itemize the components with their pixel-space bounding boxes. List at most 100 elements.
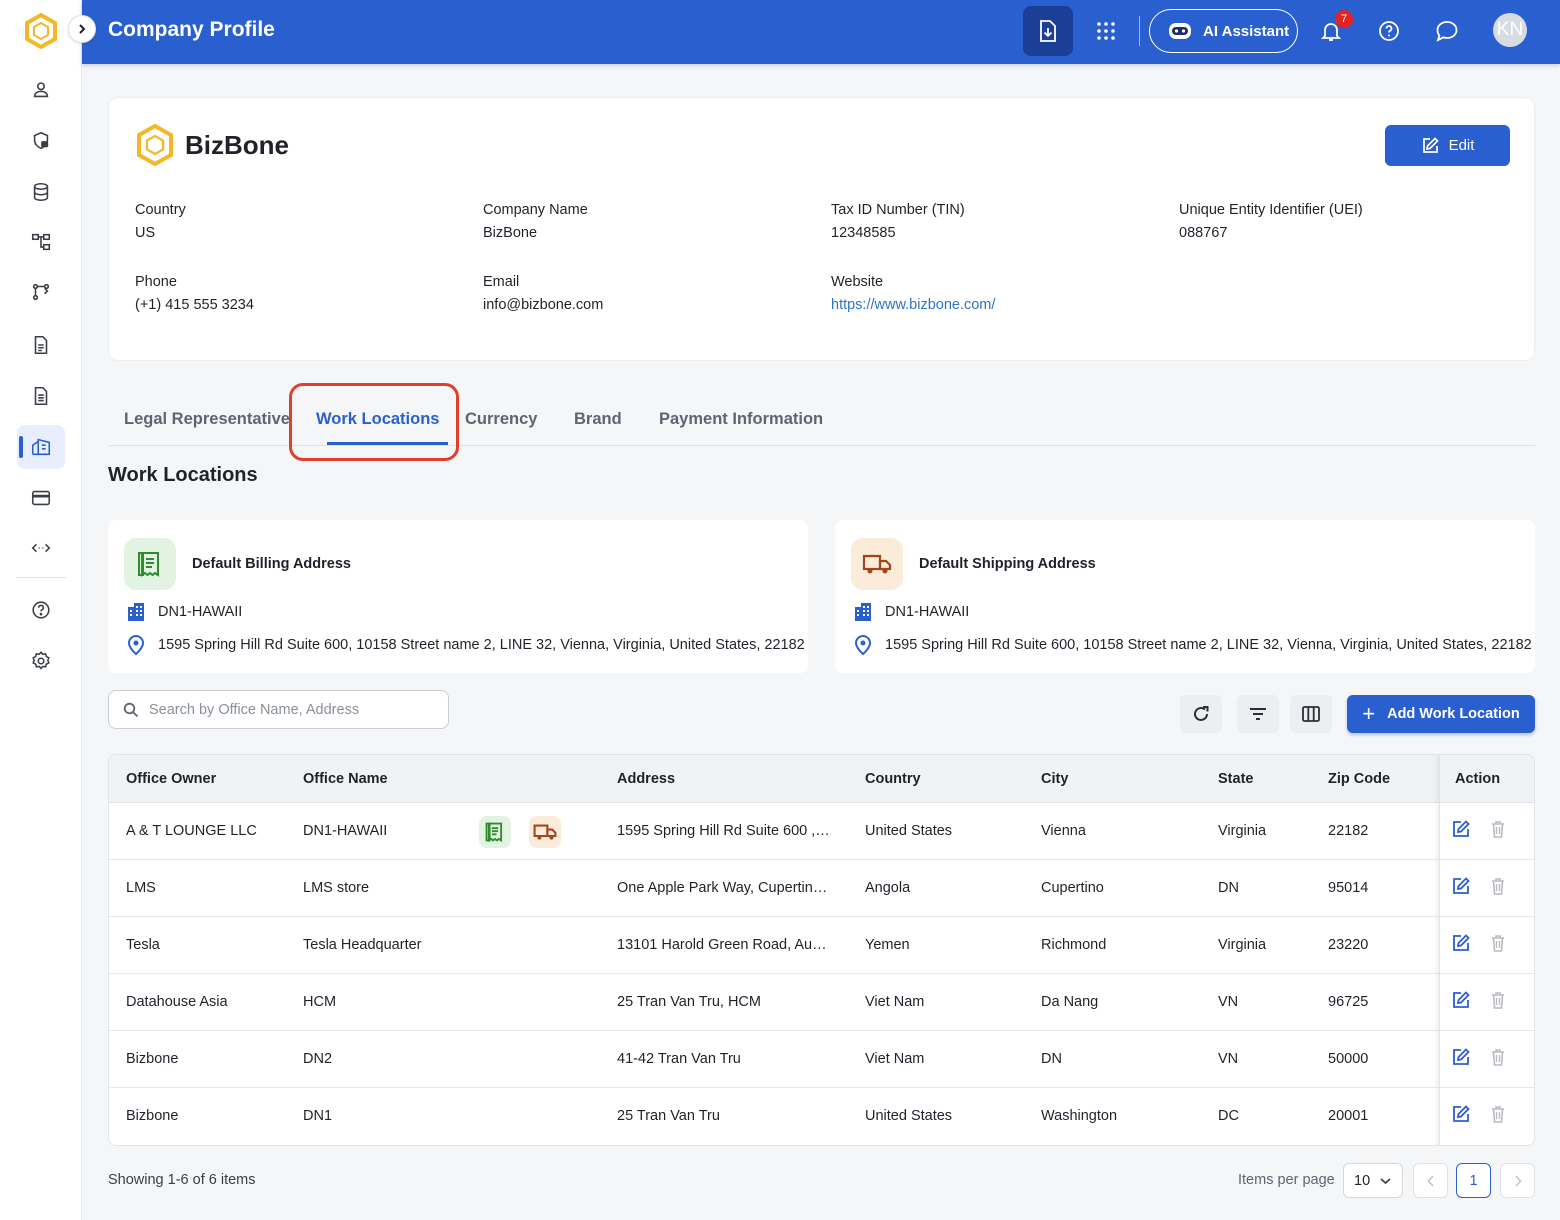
apps-menu-button[interactable]: [1081, 6, 1131, 56]
table-row[interactable]: LMS LMS store One Apple Park Way, Cupertin…: [109, 860, 1534, 917]
cell-state: VN: [1218, 994, 1239, 1010]
bizbone-logo-icon: [137, 124, 173, 166]
next-page-button[interactable]: [1500, 1163, 1535, 1198]
columns-button[interactable]: [1290, 695, 1332, 733]
cell-country: Viet Nam: [865, 1051, 925, 1067]
page-title: Company Profile: [108, 18, 275, 41]
search-placeholder: Search by Office Name, Address: [149, 701, 360, 718]
cell-zip-code: 23220: [1328, 937, 1369, 953]
filter-button[interactable]: [1237, 695, 1279, 733]
cell-address: 13101 Harold Green Road, Austin, TX: [617, 937, 832, 953]
refresh-button[interactable]: [1180, 695, 1222, 733]
cell-office-name: HCM: [303, 994, 337, 1010]
cell-country: United States: [865, 1108, 953, 1124]
cell-zip-code: 95014: [1328, 880, 1369, 896]
column-header-address[interactable]: Address: [617, 771, 675, 787]
refresh-icon: [1194, 706, 1209, 721]
cell-country: Angola: [865, 880, 911, 896]
action-column-divider: [1439, 755, 1534, 1145]
cell-city: Richmond: [1041, 937, 1107, 953]
column-header-city[interactable]: City: [1041, 771, 1068, 787]
items-per-page-label: Items per page: [1238, 1172, 1335, 1188]
sidebar-item-reports[interactable]: [17, 374, 65, 418]
sidebar-item-database[interactable]: [17, 170, 65, 214]
cell-office-name: DN1: [303, 1108, 333, 1124]
column-header-state[interactable]: State: [1218, 771, 1253, 787]
shipping-title: Default Shipping Address: [919, 556, 1096, 572]
sidebar-item-help[interactable]: [17, 588, 65, 632]
sidebar-item-settings[interactable]: [17, 639, 65, 683]
table-row[interactable]: Tesla Tesla Headquarter 13101 Harold Green…: [109, 917, 1534, 974]
billing-office-name: DN1-HAWAII: [158, 604, 243, 620]
website-link[interactable]: https://www.bizbone.com/: [831, 297, 995, 313]
edit-icon: [1422, 136, 1439, 153]
tab-legal-representative[interactable]: Legal Representative: [124, 410, 290, 429]
notifications-button[interactable]: 7: [1306, 6, 1356, 56]
sidebar-item-workflow[interactable]: [17, 270, 65, 314]
settings-icon: [32, 651, 50, 670]
cell-office-owner: Bizbone: [126, 1108, 179, 1124]
table-row[interactable]: Datahouse Asia HCM 25 Tran Van Tru, HCM Vie…: [109, 974, 1534, 1031]
field-value: BizBone: [483, 225, 538, 241]
building-icon: [855, 603, 871, 621]
cell-office-owner: LMS: [126, 880, 156, 896]
previous-page-button[interactable]: [1413, 1163, 1448, 1198]
workflow-icon: [32, 283, 50, 301]
cell-office-name: Tesla Headquarter: [303, 937, 422, 953]
help-button[interactable]: [1364, 6, 1414, 56]
search-input[interactable]: Search by Office Name, Address: [108, 690, 449, 729]
table-row[interactable]: Bizbone DN1 25 Tran Van Tru United States Wa…: [109, 1088, 1534, 1145]
tab-brand[interactable]: Brand: [574, 410, 622, 429]
tab-currency[interactable]: Currency: [465, 410, 537, 429]
column-header-office-owner[interactable]: Office Owner: [126, 771, 216, 787]
sidebar-item-user[interactable]: [17, 68, 65, 112]
export-button[interactable]: [1023, 6, 1073, 56]
add-work-location-button[interactable]: + Add Work Location: [1347, 695, 1535, 733]
cell-state: VN: [1218, 1051, 1239, 1067]
field-email: Email info@bizbone.com: [483, 274, 603, 313]
sidebar-item-hierarchy[interactable]: [17, 220, 65, 264]
sidebar-divider: [16, 577, 66, 578]
column-header-country[interactable]: Country: [865, 771, 921, 787]
page-number-button[interactable]: 1: [1456, 1163, 1491, 1198]
sidebar-item-company[interactable]: [17, 425, 65, 469]
pagination-summary: Showing 1-6 of 6 items: [108, 1172, 256, 1188]
robot-icon: [1169, 23, 1191, 39]
edit-company-button[interactable]: Edit: [1385, 125, 1510, 166]
ai-assistant-button[interactable]: AI Assistant: [1149, 9, 1298, 53]
column-header-zip-code[interactable]: Zip Code: [1328, 771, 1390, 787]
chat-button[interactable]: [1422, 6, 1472, 56]
cell-office-owner: A & T LOUNGE LLC: [126, 823, 257, 839]
sidebar-item-integrations[interactable]: [17, 526, 65, 570]
cell-office-owner: Datahouse Asia: [126, 994, 228, 1010]
user-avatar[interactable]: KN: [1493, 13, 1527, 47]
cell-address: 25 Tran Van Tru, HCM: [617, 994, 761, 1010]
field-value: (+1) 415 555 3234: [135, 297, 254, 313]
filter-icon: [1250, 708, 1266, 720]
cell-address: 1595 Spring Hill Rd Suite 600 , 10158 St…: [617, 823, 832, 839]
tab-payment-information[interactable]: Payment Information: [659, 410, 823, 429]
sidebar-item-payments[interactable]: [17, 476, 65, 520]
shipping-icon-wrapper: [851, 538, 903, 590]
items-per-page-select[interactable]: 10: [1343, 1163, 1403, 1198]
billing-address-text: 1595 Spring Hill Rd Suite 600, 10158 Str…: [158, 637, 805, 653]
grid-dots-icon: [1097, 22, 1115, 40]
table-row[interactable]: A & T LOUNGE LLC DN1-HAWAII 1595 Spring Hi…: [109, 803, 1534, 860]
cell-state: Virginia: [1218, 823, 1267, 839]
field-label: Country: [135, 202, 186, 218]
column-header-office-name[interactable]: Office Name: [303, 771, 388, 787]
shipping-address: 1595 Spring Hill Rd Suite 600, 10158 Str…: [853, 634, 1532, 656]
help-icon: [32, 601, 50, 619]
cell-address: One Apple Park Way, Cupertino, CA: [617, 880, 832, 896]
map-pin-icon: [854, 634, 872, 656]
sidebar-item-security[interactable]: [17, 119, 65, 163]
field-company-name: Company Name BizBone: [483, 202, 588, 241]
field-tax-id: Tax ID Number (TIN) 12348585: [831, 202, 965, 241]
plus-icon: +: [1362, 701, 1376, 726]
app-logo-icon[interactable]: [22, 12, 60, 50]
cell-country: Yemen: [865, 937, 910, 953]
sidebar-item-documents[interactable]: [17, 323, 65, 367]
table-row[interactable]: Bizbone DN2 41-42 Tran Van Tru Viet Nam DN VN…: [109, 1031, 1534, 1088]
sidebar-expand-button[interactable]: [68, 15, 96, 43]
chat-bubble-icon: [1436, 21, 1458, 42]
